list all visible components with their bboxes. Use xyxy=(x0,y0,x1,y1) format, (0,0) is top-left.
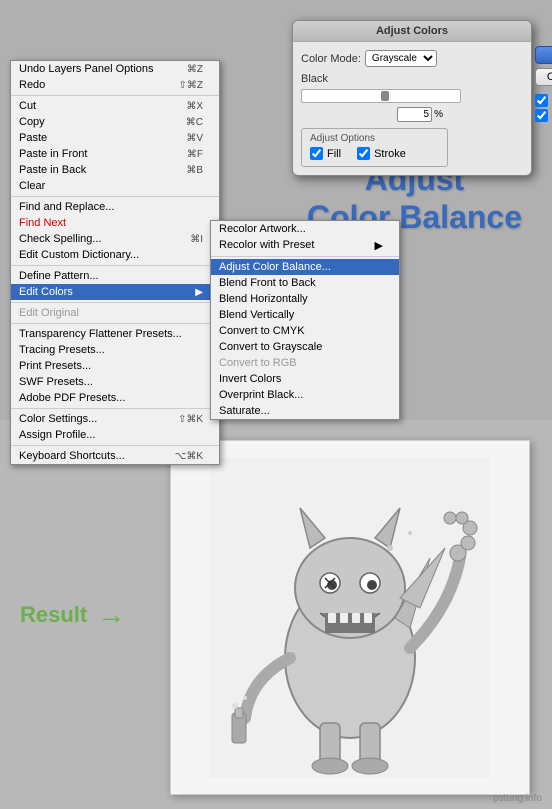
stroke-checkbox[interactable] xyxy=(357,147,370,160)
separator xyxy=(11,196,219,197)
menu-item-color-settings[interactable]: Color Settings... ⇧⌘K xyxy=(11,411,219,427)
separator xyxy=(11,408,219,409)
submenu-convert-grayscale[interactable]: Convert to Grayscale xyxy=(211,339,399,355)
top-section: Undo Layers Panel Options ⌘Z Redo ⇧⌘Z Cu… xyxy=(0,0,552,420)
separator xyxy=(11,445,219,446)
menu-item-cut[interactable]: Cut ⌘X xyxy=(11,98,219,114)
preview-row: Preview xyxy=(535,94,552,107)
adjust-options-section: Adjust Options Fill Stroke xyxy=(301,128,448,167)
menu-item-transparency-presets[interactable]: Transparency Flattener Presets... xyxy=(11,326,219,342)
dialog-content: Color Mode: Grayscale OK Cancel Preview xyxy=(293,42,531,175)
color-mode-label: Color Mode: xyxy=(301,53,361,65)
menu-item-paste[interactable]: Paste ⌘V xyxy=(11,130,219,146)
convert-checkbox[interactable] xyxy=(535,109,548,122)
menu-item-edit-original: Edit Original xyxy=(11,305,219,321)
menu-item-redo[interactable]: Redo ⇧⌘Z xyxy=(11,77,219,93)
monster-illustration xyxy=(210,458,490,778)
stroke-row: Stroke xyxy=(357,147,406,160)
submenu-blend-front-back[interactable]: Blend Front to Back xyxy=(211,275,399,291)
submenu-blend-vertically[interactable]: Blend Vertically xyxy=(211,307,399,323)
black-label: Black xyxy=(301,73,328,85)
preview-checkbox[interactable] xyxy=(535,94,548,107)
ok-button[interactable]: OK xyxy=(535,46,552,64)
dialog-titlebar: Adjust Colors xyxy=(293,21,531,42)
submenu-saturate[interactable]: Saturate... xyxy=(211,403,399,419)
fill-checkbox[interactable] xyxy=(310,147,323,160)
menu-item-pdf-presets[interactable]: Adobe PDF Presets... xyxy=(11,390,219,406)
separator xyxy=(11,302,219,303)
menu-item-find-replace[interactable]: Find and Replace... xyxy=(11,199,219,215)
result-label: Result → xyxy=(20,599,125,631)
menu-item-assign-profile[interactable]: Assign Profile... xyxy=(11,427,219,443)
submenu-invert-colors[interactable]: Invert Colors xyxy=(211,371,399,387)
black-value-input[interactable] xyxy=(397,107,432,122)
cancel-button[interactable]: Cancel xyxy=(535,68,552,86)
submenu-convert-rgb: Convert to RGB xyxy=(211,355,399,371)
result-image xyxy=(170,440,530,795)
submenu-recolor-preset[interactable]: Recolor with Preset ▶ xyxy=(211,237,399,254)
submenu-recolor-artwork[interactable]: Recolor Artwork... xyxy=(211,221,399,237)
edit-menu-panel: Undo Layers Panel Options ⌘Z Redo ⇧⌘Z Cu… xyxy=(10,60,220,465)
menu-item-find-next[interactable]: Find Next xyxy=(11,215,219,231)
submenu-overprint-black[interactable]: Overprint Black... xyxy=(211,387,399,403)
menu-item-print-presets[interactable]: Print Presets... xyxy=(11,358,219,374)
submenu-convert-cmyk[interactable]: Convert to CMYK xyxy=(211,323,399,339)
submenu-blend-horizontally[interactable]: Blend Horizontally xyxy=(211,291,399,307)
slider-thumb xyxy=(381,91,389,101)
color-mode-select[interactable]: Grayscale xyxy=(365,50,437,67)
menu-item-define-pattern[interactable]: Define Pattern... xyxy=(11,268,219,284)
black-slider[interactable] xyxy=(301,89,461,103)
submenu-adjust-color-balance[interactable]: Adjust Color Balance... xyxy=(211,259,399,275)
bottom-section: Result → xyxy=(0,420,552,809)
fill-row: Fill xyxy=(310,147,341,160)
convert-row: Convert xyxy=(535,109,552,122)
menu-item-check-spelling[interactable]: Check Spelling... ⌘I xyxy=(11,231,219,247)
edit-colors-submenu: Recolor Artwork... Recolor with Preset ▶… xyxy=(210,220,400,420)
menu-item-edit-dictionary[interactable]: Edit Custom Dictionary... xyxy=(11,247,219,263)
menu-item-keyboard-shortcuts[interactable]: Keyboard Shortcuts... ⌥⌘K xyxy=(11,448,219,464)
menu-item-tracing-presets[interactable]: Tracing Presets... xyxy=(11,342,219,358)
menu-item-paste-back[interactable]: Paste in Back ⌘B xyxy=(11,162,219,178)
menu-item-edit-colors[interactable]: Edit Colors ▶ xyxy=(11,284,219,300)
menu-item-paste-front[interactable]: Paste in Front ⌘F xyxy=(11,146,219,162)
result-arrow: → xyxy=(97,599,125,631)
watermark: pstung.info xyxy=(493,793,542,804)
menu-item-undo[interactable]: Undo Layers Panel Options ⌘Z xyxy=(11,61,219,77)
menu-item-clear[interactable]: Clear xyxy=(11,178,219,194)
menu-item-swf-presets[interactable]: SWF Presets... xyxy=(11,374,219,390)
separator xyxy=(11,95,219,96)
separator xyxy=(11,265,219,266)
menu-item-copy[interactable]: Copy ⌘C xyxy=(11,114,219,130)
adjust-colors-dialog: Adjust Colors Color Mode: Grayscale OK C… xyxy=(292,20,532,176)
separator xyxy=(11,323,219,324)
